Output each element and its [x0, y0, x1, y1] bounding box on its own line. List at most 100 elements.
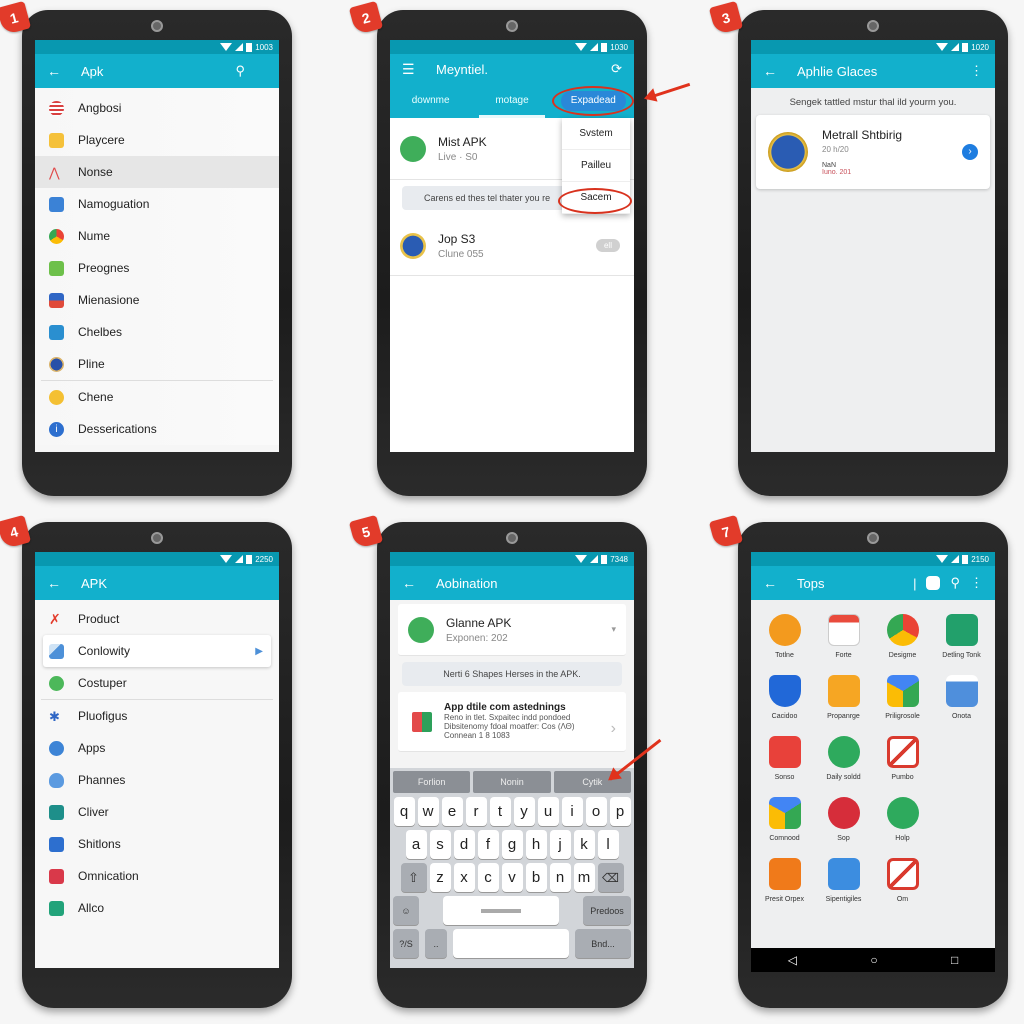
menu-item-pailleu[interactable]: Pailleu: [562, 150, 630, 182]
enter-key[interactable]: Bnd...: [575, 929, 631, 958]
list-item[interactable]: Angbosi: [35, 92, 279, 124]
app-row[interactable]: Jop S3 Clune 055 ell: [390, 216, 634, 276]
play-arrow-icon[interactable]: ▶: [255, 646, 263, 657]
key-l[interactable]: l: [597, 830, 619, 859]
detail-row[interactable]: App dtile com astednings Reno in tlet. S…: [398, 692, 626, 752]
shift-key[interactable]: ⇧: [400, 863, 427, 892]
app-tile[interactable]: Priligrosole: [873, 675, 932, 720]
space-key[interactable]: [453, 929, 569, 958]
list-item[interactable]: Phannes: [35, 764, 279, 796]
recents-nav-icon[interactable]: □: [951, 953, 958, 967]
tab-motage[interactable]: motage: [471, 84, 552, 118]
list-item[interactable]: Preognes: [35, 252, 279, 284]
list-item-selected[interactable]: ⋀ Nonse: [35, 156, 279, 188]
back-arrow-icon[interactable]: ←: [763, 575, 789, 591]
list-item-selected[interactable]: Conlowity ▶: [43, 635, 271, 667]
app-tile[interactable]: Daily soldd: [814, 736, 873, 781]
suggestion[interactable]: Nonin: [473, 771, 551, 793]
key-t[interactable]: t: [489, 797, 511, 826]
key-y[interactable]: y: [513, 797, 535, 826]
open-arrow-icon[interactable]: ›: [962, 144, 978, 160]
search-icon[interactable]: ⚲: [950, 575, 960, 591]
more-vert-icon[interactable]: ⋮: [970, 63, 983, 79]
key-b[interactable]: b: [525, 863, 547, 892]
list-item[interactable]: ✗ Product: [35, 603, 279, 635]
app-tile[interactable]: Cacidoo: [755, 675, 814, 720]
list-item[interactable]: Chene: [35, 381, 279, 413]
emoji-key[interactable]: ☺: [393, 896, 419, 925]
key-j[interactable]: j: [549, 830, 571, 859]
back-nav-icon[interactable]: ◁: [788, 953, 797, 967]
key-z[interactable]: z: [429, 863, 451, 892]
key-q[interactable]: q: [393, 797, 415, 826]
key-n[interactable]: n: [549, 863, 571, 892]
list-item[interactable]: Shitlons: [35, 828, 279, 860]
list-item[interactable]: Nume: [35, 220, 279, 252]
key-a[interactable]: a: [405, 830, 427, 859]
app-tile[interactable]: Desigme: [873, 614, 932, 659]
list-item[interactable]: Cliver: [35, 796, 279, 828]
app-row[interactable]: Glanne APK Exponen: 202 ▾: [398, 604, 626, 656]
key-f[interactable]: f: [477, 830, 499, 859]
app-tile[interactable]: Presit Orpex: [755, 858, 814, 903]
app-tile[interactable]: Holp: [873, 797, 932, 842]
key-s[interactable]: s: [429, 830, 451, 859]
list-item[interactable]: Apps: [35, 732, 279, 764]
back-arrow-icon[interactable]: ←: [47, 63, 73, 79]
home-nav-icon[interactable]: ○: [870, 953, 877, 967]
backspace-key[interactable]: ⌫: [597, 863, 624, 892]
list-item[interactable]: Chelbes: [35, 316, 279, 348]
back-arrow-icon[interactable]: ←: [402, 575, 428, 591]
key-d[interactable]: d: [453, 830, 475, 859]
key-r[interactable]: r: [465, 797, 487, 826]
space-bar[interactable]: [443, 896, 559, 925]
list-item[interactable]: Costuper: [35, 667, 279, 699]
key-g[interactable]: g: [501, 830, 523, 859]
chat-icon[interactable]: [926, 576, 941, 590]
refresh-search-icon[interactable]: ⟳: [611, 61, 622, 77]
app-tile[interactable]: Sonso: [755, 736, 814, 781]
key-m[interactable]: m: [573, 863, 595, 892]
chevron-right-icon[interactable]: ›: [611, 720, 616, 738]
app-tile[interactable]: Onota: [932, 675, 991, 720]
tab-downme[interactable]: downme: [390, 84, 471, 118]
key-i[interactable]: i: [561, 797, 583, 826]
app-tile[interactable]: Pumbo: [873, 736, 932, 781]
app-tile[interactable]: Propanrge: [814, 675, 873, 720]
key-k[interactable]: k: [573, 830, 595, 859]
more-vert-icon[interactable]: ⋮: [970, 575, 983, 591]
result-card[interactable]: Metrall Shtbirig 20 h/20 NaN Iuno. 201 ›: [756, 115, 990, 189]
app-tile[interactable]: Forte: [814, 614, 873, 659]
list-item[interactable]: Playcere: [35, 124, 279, 156]
key-o[interactable]: o: [585, 797, 607, 826]
search-icon[interactable]: ⚲: [235, 63, 245, 79]
list-item[interactable]: Pline: [35, 348, 279, 380]
key-w[interactable]: w: [417, 797, 439, 826]
dots-key[interactable]: ..: [425, 929, 447, 958]
app-tile[interactable]: Sop: [814, 797, 873, 842]
expand-icon[interactable]: ▾: [611, 624, 616, 635]
menu-item-svstem[interactable]: Svstem: [562, 118, 630, 150]
key-x[interactable]: x: [453, 863, 475, 892]
predict-key[interactable]: Predoos: [583, 896, 631, 925]
app-tile[interactable]: Totlne: [755, 614, 814, 659]
key-h[interactable]: h: [525, 830, 547, 859]
hamburger-menu-icon[interactable]: ☰: [402, 61, 428, 78]
app-tile[interactable]: Comnood: [755, 797, 814, 842]
back-arrow-icon[interactable]: ←: [47, 575, 73, 591]
key-e[interactable]: e: [441, 797, 463, 826]
key-p[interactable]: p: [609, 797, 631, 826]
app-tile[interactable]: Detling Tonk: [932, 614, 991, 659]
list-item[interactable]: i Desserications: [35, 413, 279, 445]
mode-key[interactable]: ?/S: [393, 929, 419, 958]
key-u[interactable]: u: [537, 797, 559, 826]
back-arrow-icon[interactable]: ←: [763, 63, 789, 79]
app-tile[interactable]: Om: [873, 858, 932, 903]
pipe-icon[interactable]: |: [913, 576, 916, 591]
key-c[interactable]: c: [477, 863, 499, 892]
key-v[interactable]: v: [501, 863, 523, 892]
list-item[interactable]: Mienasione: [35, 284, 279, 316]
list-item[interactable]: Omnication: [35, 860, 279, 892]
suggestion[interactable]: Forlion: [393, 771, 471, 793]
app-tile[interactable]: Sipentigiles: [814, 858, 873, 903]
